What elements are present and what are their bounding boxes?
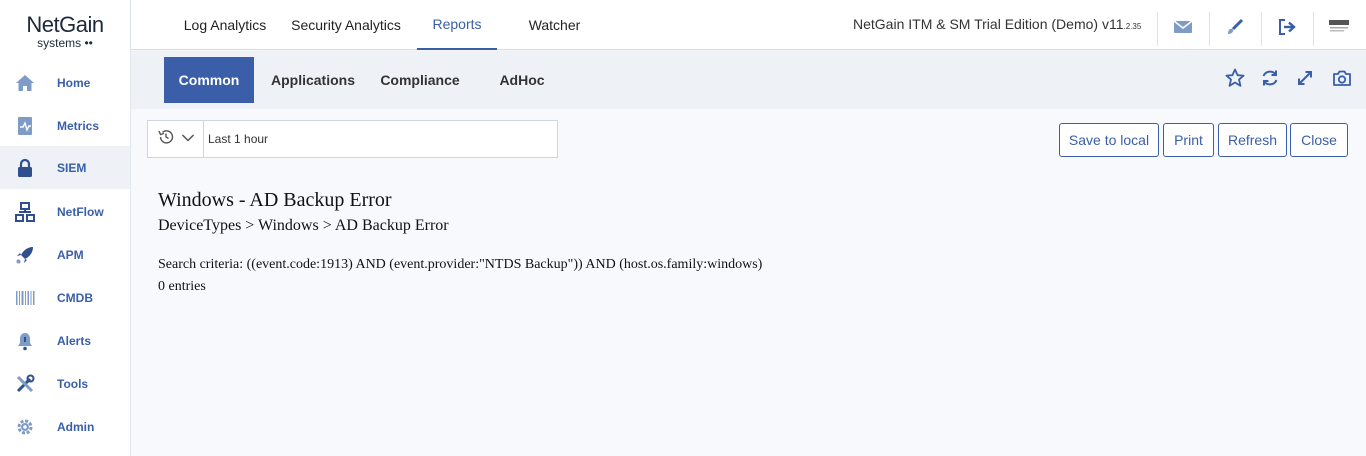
rocket-icon: [15, 245, 35, 265]
top-navigation-bar: Log Analytics Security Analytics Reports…: [131, 0, 1366, 50]
tab-watcher[interactable]: Watcher: [517, 0, 592, 50]
sidebar: NetGain systems •• Home Metrics SIEM Net…: [0, 0, 131, 456]
logout-button[interactable]: [1261, 12, 1311, 46]
barcode-icon: [15, 288, 35, 308]
logout-icon: [1277, 18, 1297, 41]
chevron-down-icon: [181, 130, 195, 148]
sidebar-item-metrics[interactable]: Metrics: [0, 104, 130, 147]
network-icon: [15, 201, 35, 222]
sidebar-item-label: Metrics: [57, 118, 100, 133]
home-icon: [15, 73, 35, 93]
edition-text: NetGain ITM & SM Trial Edition (Demo) v1…: [853, 16, 1124, 32]
refresh-button[interactable]: Refresh: [1218, 123, 1287, 157]
gear-icon: [15, 417, 35, 437]
tab-adhoc[interactable]: AdHoc: [487, 57, 557, 103]
mail-icon: [1173, 19, 1193, 39]
report-title: Windows - AD Backup Error: [158, 189, 392, 211]
refresh-view-button[interactable]: [1258, 68, 1282, 92]
tab-common[interactable]: Common: [164, 57, 254, 103]
theme-button[interactable]: [1209, 12, 1259, 46]
sidebar-item-alerts[interactable]: Alerts: [0, 319, 130, 362]
version-suffix: .2.35: [1123, 22, 1142, 31]
sidebar-item-label: NetFlow: [57, 204, 104, 219]
tab-security-analytics[interactable]: Security Analytics: [271, 0, 421, 50]
screenshot-button[interactable]: [1330, 68, 1354, 92]
sidebar-item-home[interactable]: Home: [0, 61, 130, 104]
brush-icon: [1226, 18, 1244, 41]
time-range-value[interactable]: Last 1 hour: [204, 132, 268, 146]
time-range-selector: Last 1 hour: [147, 120, 558, 158]
tools-icon: [15, 374, 35, 394]
entries-count: 0 entries: [158, 279, 206, 294]
time-range-dropdown[interactable]: [148, 121, 204, 157]
sidebar-item-label: CMDB: [57, 290, 93, 305]
search-criteria: Search criteria: ((event.code:1913) AND …: [158, 257, 763, 272]
save-to-local-button[interactable]: Save to local: [1059, 123, 1159, 157]
logo-subtitle: systems ••: [37, 35, 93, 50]
sidebar-item-label: Admin: [57, 419, 95, 434]
bell-icon: [15, 331, 35, 351]
sidebar-item-netflow[interactable]: NetFlow: [0, 190, 130, 233]
sidebar-item-label: SIEM: [57, 160, 87, 175]
print-button[interactable]: Print: [1163, 123, 1214, 157]
logo-wordmark: NetGain: [26, 11, 104, 37]
metrics-icon: [15, 116, 35, 136]
tab-reports[interactable]: Reports: [417, 0, 497, 50]
history-icon: [157, 128, 175, 151]
report-category-bar: Common Applications Compliance AdHoc: [131, 51, 1366, 109]
netgain-logo[interactable]: NetGain systems ••: [0, 0, 130, 60]
tab-applications[interactable]: Applications: [263, 57, 363, 103]
user-logo-button[interactable]: [1313, 12, 1363, 46]
report-content: Last 1 hour Save to local Print Refresh …: [131, 109, 1366, 456]
sidebar-item-admin[interactable]: Admin: [0, 405, 130, 448]
sidebar-item-cmdb[interactable]: CMDB: [0, 276, 130, 319]
user-logo-icon: [1327, 17, 1351, 42]
camera-icon: [1332, 69, 1352, 92]
tab-compliance[interactable]: Compliance: [371, 57, 469, 103]
sidebar-item-tools[interactable]: Tools: [0, 362, 130, 405]
sidebar-item-label: Home: [57, 75, 91, 90]
close-button[interactable]: Close: [1290, 123, 1348, 157]
report-breadcrumb: DeviceTypes > Windows > AD Backup Error: [158, 217, 449, 234]
sidebar-item-label: APM: [57, 247, 84, 262]
expand-icon: [1296, 69, 1314, 92]
sidebar-item-label: Alerts: [57, 333, 92, 348]
mail-button[interactable]: [1157, 12, 1207, 46]
refresh-icon: [1260, 68, 1280, 93]
edition-label: NetGain ITM & SM Trial Edition (Demo) v1…: [853, 16, 1141, 32]
sidebar-item-apm[interactable]: APM: [0, 233, 130, 276]
sidebar-item-siem[interactable]: SIEM: [0, 146, 130, 189]
fullscreen-button[interactable]: [1293, 68, 1317, 92]
favorite-button[interactable]: [1223, 68, 1247, 92]
star-icon: [1225, 68, 1245, 93]
sidebar-item-label: Tools: [57, 376, 89, 391]
lock-icon: [15, 158, 35, 178]
